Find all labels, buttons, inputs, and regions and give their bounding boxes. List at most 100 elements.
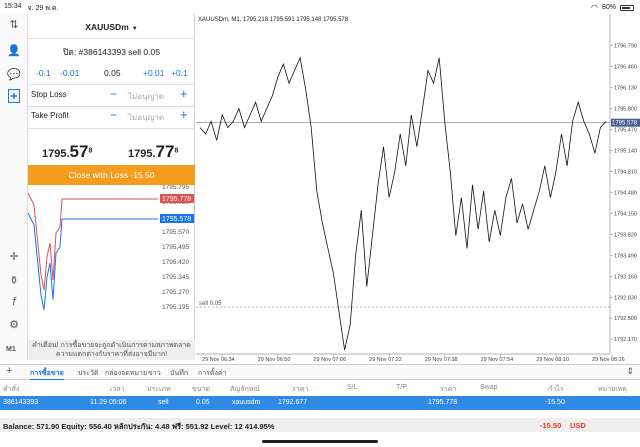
col-order: คำสั่ง [3,386,20,393]
expand-icon[interactable]: ⇕ [626,366,634,377]
status-bar: 15:34 จ. 29 พ.ค. ◠ 80% [0,0,640,14]
new-order-icon[interactable] [5,88,23,104]
col-tp: T/P [396,384,407,391]
balance-bar: Balance: 571.90 Equity: 556.40 หลักประกั… [0,418,640,432]
col-comment: หมายเหตุ [598,386,627,393]
price-series-line [199,56,607,351]
ask-price: 1795.778 [128,142,179,161]
x-tick-label: 29 Nov 08:26 [592,357,625,363]
stop-loss-plus-button[interactable]: + [180,86,188,101]
objects-icon[interactable]: ⚙ [5,316,23,332]
cell-size: 0.05 [196,399,210,406]
take-profit-field[interactable]: ไม่อนุญาต [128,111,164,124]
col-size: ขนาด [192,386,211,393]
y-tick-label: 1793.820 [614,232,637,238]
y-tick-label: 1794.810 [614,169,637,175]
tab-settings[interactable]: การตั้งค่า [198,368,227,379]
take-profit-plus-button[interactable]: + [180,107,188,122]
clock: 15:34 [4,3,22,10]
tab-mailbox[interactable]: กล่องจดหมาย [105,368,147,379]
battery-icon [620,4,634,11]
cell-current-price: 1795.778 [428,399,458,406]
col-profit: กำไร [548,386,564,393]
cell-profit: -15.50 [545,399,565,406]
symbol-name: XAUUSDm [85,22,129,32]
y-tick-label: 1792.170 [614,337,637,343]
mini-ask-tag: 1795.778 [162,196,191,203]
indicators-icon[interactable]: ⚱ [5,272,23,288]
y-tick-label: 1792.830 [614,295,637,301]
accounts-icon[interactable]: 👤 [5,42,23,58]
x-tick-label: 29 Nov 06:34 [202,357,235,363]
mini-tick-label: 1795.345 [162,274,189,281]
price-display: 1795.578 1795.778 [28,142,195,162]
price-tag: 1795.578 [612,121,638,127]
take-profit-minus-button[interactable]: − [110,108,117,122]
wifi-icon: ◠ [591,3,598,12]
step-minus-0-1[interactable]: -0.1 [36,68,51,78]
divider [28,84,195,85]
timeframe-m1[interactable]: M1 [6,346,16,353]
ticket-info: ปิด: #386143393 sell 0.05 [63,47,160,57]
total-profit: -15.50 [540,421,562,430]
col-sl: S/L [347,384,358,391]
quotes-icon[interactable]: ⇅ [5,16,23,32]
battery-percent: 80% [601,4,616,11]
step-minus-0-01[interactable]: -0.01 [60,68,79,78]
function-icon[interactable]: f [5,294,23,310]
stop-loss-label: Stop Loss [31,90,67,99]
tab-journal[interactable]: บันทึก [170,368,188,379]
x-tick-label: 29 Nov 08:10 [536,357,569,363]
currency: USD [570,421,586,430]
col-current-price: ราคา [440,386,457,393]
tick-mini-chart: 1795.7951795.7201795.6451795.5701795.495… [28,185,194,311]
tab-news[interactable]: ข่าว [148,368,161,379]
stop-loss-row: Stop Loss − ไม่อนุญาต + [28,86,195,106]
market-warning: คำเตือน! การซื้อขายจะถูกดำเนินการตามสภาพ… [28,340,195,360]
tab-trade[interactable]: การซื้อขาย [30,368,64,380]
col-swap: Swap [480,384,498,391]
orders-table-header: คำสั่ง เวลา ประเภท ขนาด สัญลักษณ์ ราคา S… [0,381,640,395]
y-tick-label: 1793.490 [614,253,637,259]
take-profit-label: Take Profit [31,111,69,120]
terminal-tabs: + การซื้อขาย ประวัติ กล่องจดหมาย ข่าว บั… [0,364,640,380]
sell-order-label: sell 0.05 [199,301,222,307]
step-plus-0-01[interactable]: +0.01 [143,68,165,78]
cell-order: 386143393 [3,399,39,406]
order-panel: XAUUSDm ▼ ปิด: #386143393 sell 0.05 -0.1 … [28,14,195,360]
cell-time: 11.29 05:06 [90,399,127,406]
price-chart[interactable]: XAUUSDm, M1, 1795.218 1795.591 1795.148 … [196,14,640,364]
bid-price: 1795.578 [42,142,93,161]
left-toolbar: ⇅ 👤 💬 ✛ ⚱ f ⚙ M1 [0,14,28,360]
add-icon[interactable]: + [6,365,12,377]
divider [28,128,195,129]
date: จ. 29 พ.ค. [27,5,59,12]
y-tick-label: 1796.460 [614,65,637,71]
symbol-selector[interactable]: XAUUSDm ▼ [28,22,195,32]
y-tick-label: 1795.140 [614,149,637,155]
stop-loss-minus-button[interactable]: − [110,87,117,101]
mini-bid-tag: 1795.578 [162,216,191,223]
home-indicator[interactable] [262,440,378,443]
col-price: ราคา [292,386,309,393]
chat-icon[interactable]: 💬 [5,66,23,82]
y-tick-label: 1795.470 [614,128,637,134]
mini-tick-label: 1795.195 [162,304,189,311]
tab-history[interactable]: ประวัติ [78,368,98,379]
y-tick-label: 1794.480 [614,190,637,196]
table-row[interactable]: 386143393 11.29 05:06 sell 0.05 xauusdm … [0,396,640,410]
stop-loss-field[interactable]: ไม่อนุญาต [128,90,164,103]
close-with-loss-button[interactable]: Close with Loss -15.50 [28,165,195,185]
mini-tick-label: 1795.570 [162,229,189,236]
step-plus-0-1[interactable]: +0.1 [171,68,188,78]
bid-tick-line [28,212,158,311]
col-type: ประเภท [147,386,171,393]
x-tick-label: 29 Nov 07:22 [369,357,402,363]
mini-tick-label: 1795.420 [162,259,189,266]
volume-value[interactable]: 0.05 [104,68,121,78]
y-tick-label: 1796.130 [614,86,637,92]
mini-tick-label: 1795.495 [162,244,189,251]
y-tick-label: 1793.160 [614,274,637,280]
crosshair-icon[interactable]: ✛ [5,248,23,264]
take-profit-row: Take Profit − ไม่อนุญาต + [28,107,195,127]
